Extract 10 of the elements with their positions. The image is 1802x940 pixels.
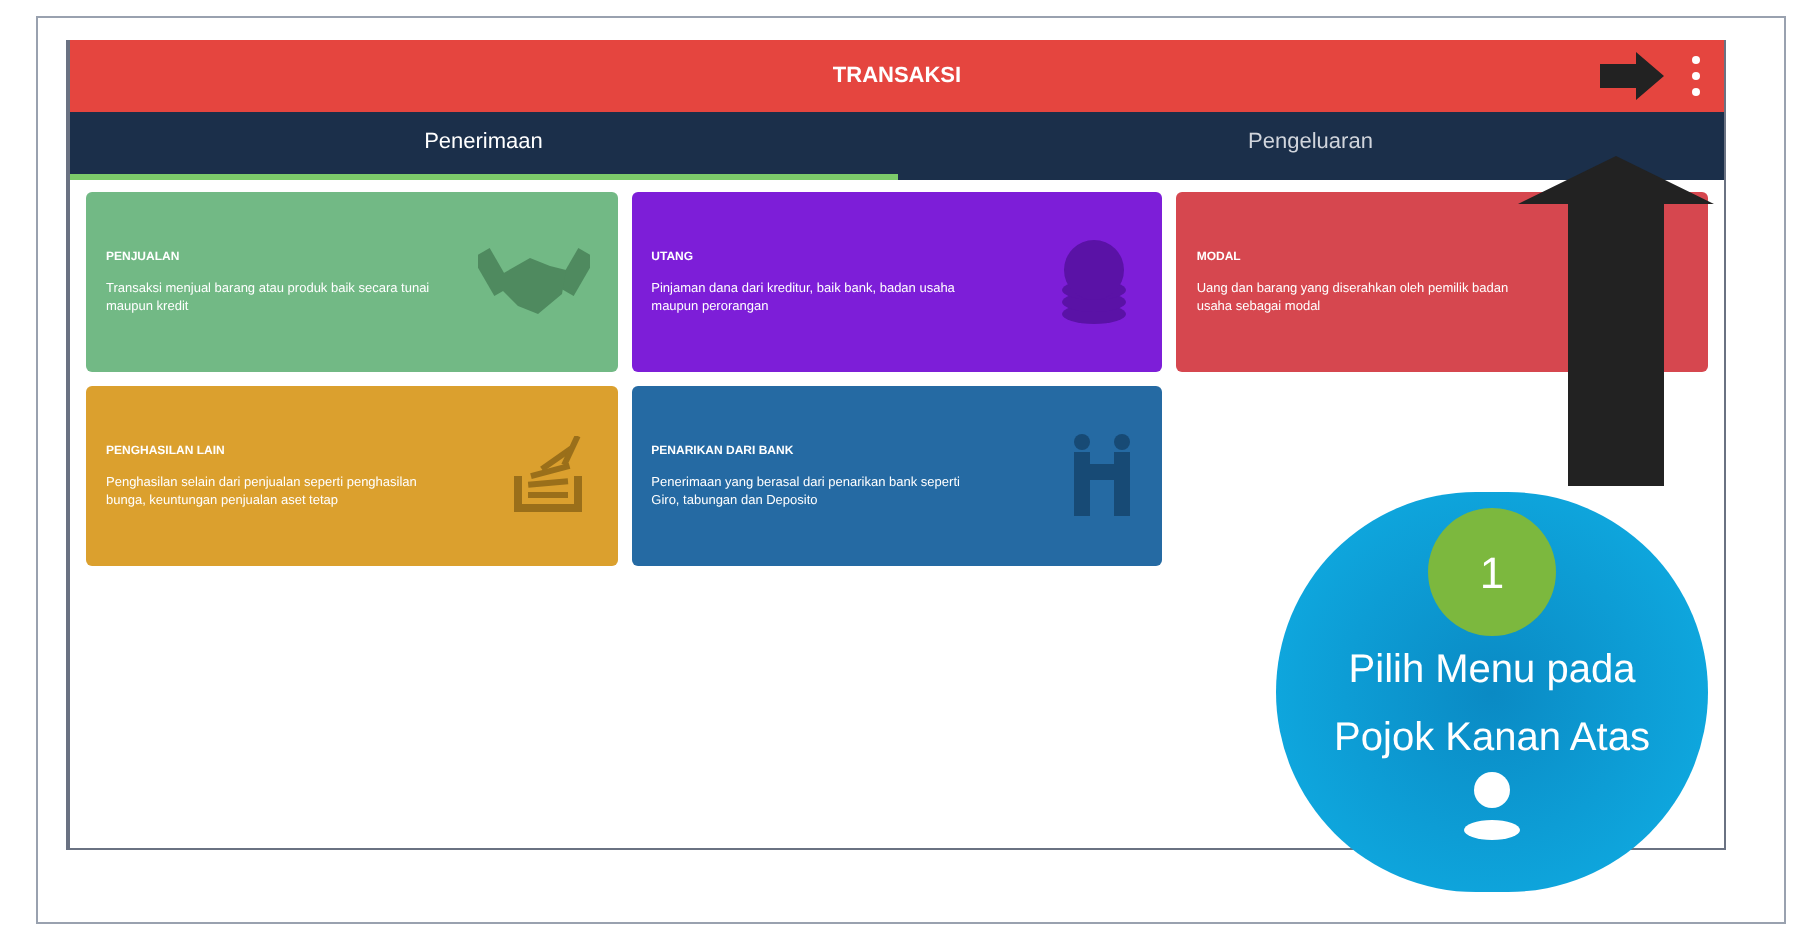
tab[interactable]: Penerimaan: [70, 112, 897, 180]
app-bar-title: TRANSAKSI: [832, 61, 962, 92]
up-arrow-icon: [1518, 156, 1714, 486]
tab[interactable]: Pengeluaran: [897, 112, 1724, 180]
instruction-text: Pojok Kanan Atas: [1334, 714, 1650, 764]
right-arrow-icon: [1600, 52, 1664, 100]
more-menu-button[interactable]: [1688, 56, 1704, 96]
person-icon: [1464, 772, 1520, 840]
instruction-text: Pilih Menu pada: [1348, 646, 1636, 696]
step-number-badge: 1: [1428, 508, 1556, 636]
